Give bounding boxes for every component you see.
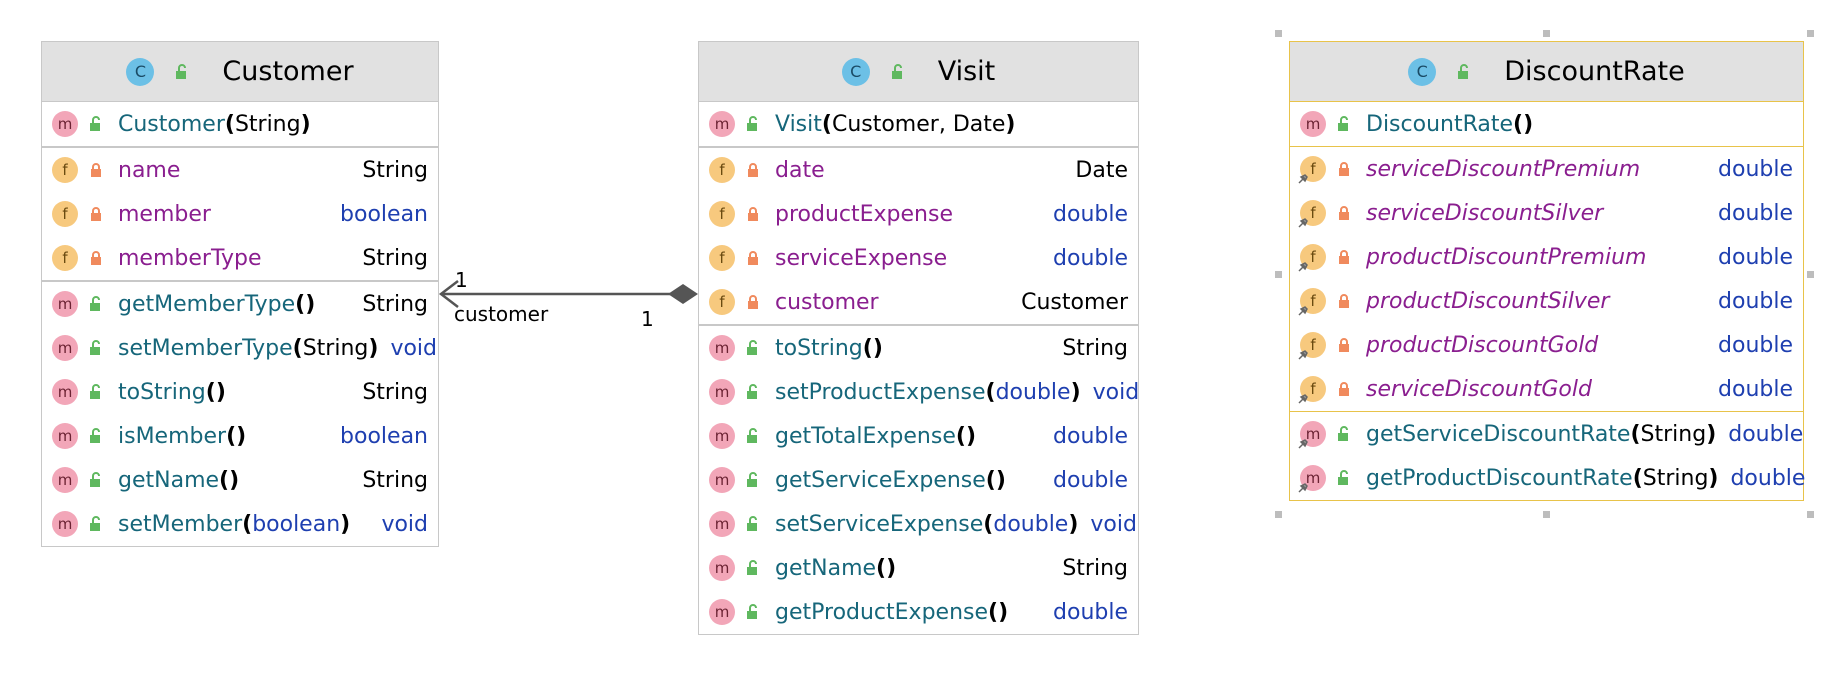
association-role-label: customer [454, 302, 549, 326]
association-source-multiplicity: 1 [455, 268, 468, 292]
composition-diamond [668, 284, 698, 304]
association-edge[interactable] [0, 0, 1836, 680]
association-target-multiplicity: 1 [641, 307, 654, 331]
